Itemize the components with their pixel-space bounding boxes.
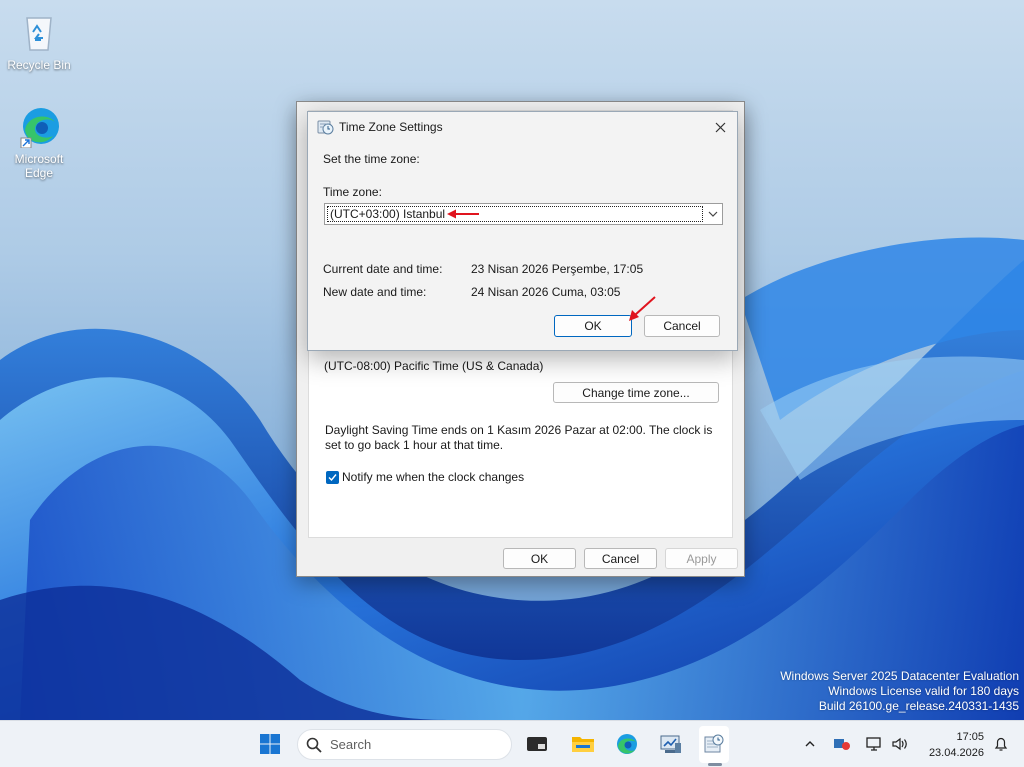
apply-button[interactable]: Apply bbox=[665, 548, 738, 569]
terminal-icon bbox=[527, 737, 547, 751]
watermark-line: Windows License valid for 180 days bbox=[828, 684, 1019, 698]
recycle-bin-shortcut[interactable]: Recycle Bin bbox=[1, 10, 77, 72]
start-icon bbox=[260, 734, 280, 754]
edge-icon bbox=[617, 734, 637, 754]
new-date-time-value: 24 Nisan 2026 Cuma, 03:05 bbox=[471, 285, 621, 299]
windows-watermark: Windows Server 2025 Datacenter Evaluatio… bbox=[780, 669, 1019, 714]
security-icon bbox=[834, 739, 850, 750]
volume-icon bbox=[892, 737, 907, 751]
date-time-taskbar-button[interactable] bbox=[699, 729, 729, 759]
date-time-control-panel-icon bbox=[704, 734, 724, 753]
current-date-time-label: Current date and time: bbox=[323, 262, 443, 276]
change-time-zone-button[interactable]: Change time zone... bbox=[553, 382, 719, 403]
close-icon bbox=[715, 122, 725, 132]
taskbar-clock[interactable]: 17:05 23.04.2026 bbox=[918, 729, 984, 761]
taskbar-search-box[interactable]: Search bbox=[297, 729, 512, 760]
network-icon bbox=[866, 737, 881, 751]
dst-info-text: Daylight Saving Time ends on 1 Kasım 202… bbox=[325, 423, 713, 452]
cancel-button[interactable]: Cancel bbox=[584, 548, 657, 569]
ok-button[interactable]: OK bbox=[503, 548, 576, 569]
time-zone-label: Time zone: bbox=[323, 185, 382, 199]
server-manager-button[interactable] bbox=[656, 729, 686, 759]
chevron-up-icon bbox=[805, 741, 815, 747]
annotation-arrow-icon bbox=[629, 296, 656, 321]
edge-shortcut[interactable]: Microsoft Edge bbox=[1, 104, 77, 180]
close-button[interactable] bbox=[707, 115, 733, 139]
clock-date: 23.04.2026 bbox=[928, 747, 984, 759]
watermark-line: Windows Server 2025 Datacenter Evaluatio… bbox=[780, 669, 1019, 683]
show-hidden-icons-button[interactable] bbox=[797, 729, 823, 759]
time-zone-settings-dialog: Time Zone Settings Set the time zone: Ti… bbox=[307, 111, 738, 351]
server-manager-icon bbox=[660, 735, 681, 753]
terminal-button[interactable] bbox=[522, 729, 552, 759]
edge-icon bbox=[20, 108, 59, 148]
time-zone-selected-value: (UTC+03:00) Istanbul bbox=[327, 206, 703, 222]
chevron-down-icon[interactable] bbox=[707, 208, 719, 220]
checkbox-checked-icon[interactable] bbox=[326, 470, 339, 484]
search-placeholder: Search bbox=[330, 737, 372, 752]
network-tray-button[interactable] bbox=[861, 729, 887, 759]
clock-time: 17:05 bbox=[956, 731, 984, 743]
search-icon bbox=[306, 737, 322, 753]
taskbar: Search 17:05 23.04.2026 bbox=[0, 720, 1024, 767]
notifications-button[interactable] bbox=[988, 729, 1014, 759]
annotation-arrow-icon bbox=[447, 209, 479, 219]
edge-taskbar-button[interactable] bbox=[612, 729, 642, 759]
watermark-line: Build 26100.ge_release.240331-1435 bbox=[818, 699, 1019, 713]
clock-globe-icon bbox=[317, 120, 334, 135]
notify-label: Notify me when the clock changes bbox=[342, 470, 525, 484]
current-time-zone: (UTC-08:00) Pacific Time (US & Canada) bbox=[324, 359, 544, 373]
volume-tray-button[interactable] bbox=[887, 729, 913, 759]
current-date-time-value: 23 Nisan 2026 Perşembe, 17:05 bbox=[471, 262, 644, 276]
set-time-zone-prompt: Set the time zone: bbox=[323, 152, 420, 166]
dialog-title: Time Zone Settings bbox=[339, 120, 443, 134]
new-date-time-label: New date and time: bbox=[323, 285, 427, 299]
recycle-bin-icon bbox=[26, 17, 52, 51]
notifications-icon bbox=[994, 737, 1008, 751]
recycle-bin-label: Recycle Bin bbox=[7, 58, 71, 72]
active-app-indicator bbox=[708, 763, 722, 766]
title-bar[interactable]: Time Zone Settings bbox=[308, 112, 737, 142]
edge-label: Microsoft Edge bbox=[14, 152, 64, 180]
start-button[interactable] bbox=[255, 729, 285, 759]
notify-clock-changes-checkbox[interactable]: Notify me when the clock changes bbox=[326, 470, 524, 484]
file-explorer-icon bbox=[572, 737, 594, 752]
ok-button[interactable]: OK bbox=[554, 315, 632, 337]
time-zone-dropdown[interactable]: (UTC+03:00) Istanbul bbox=[324, 203, 723, 225]
file-explorer-button[interactable] bbox=[568, 729, 598, 759]
security-tray-button[interactable] bbox=[829, 729, 855, 759]
